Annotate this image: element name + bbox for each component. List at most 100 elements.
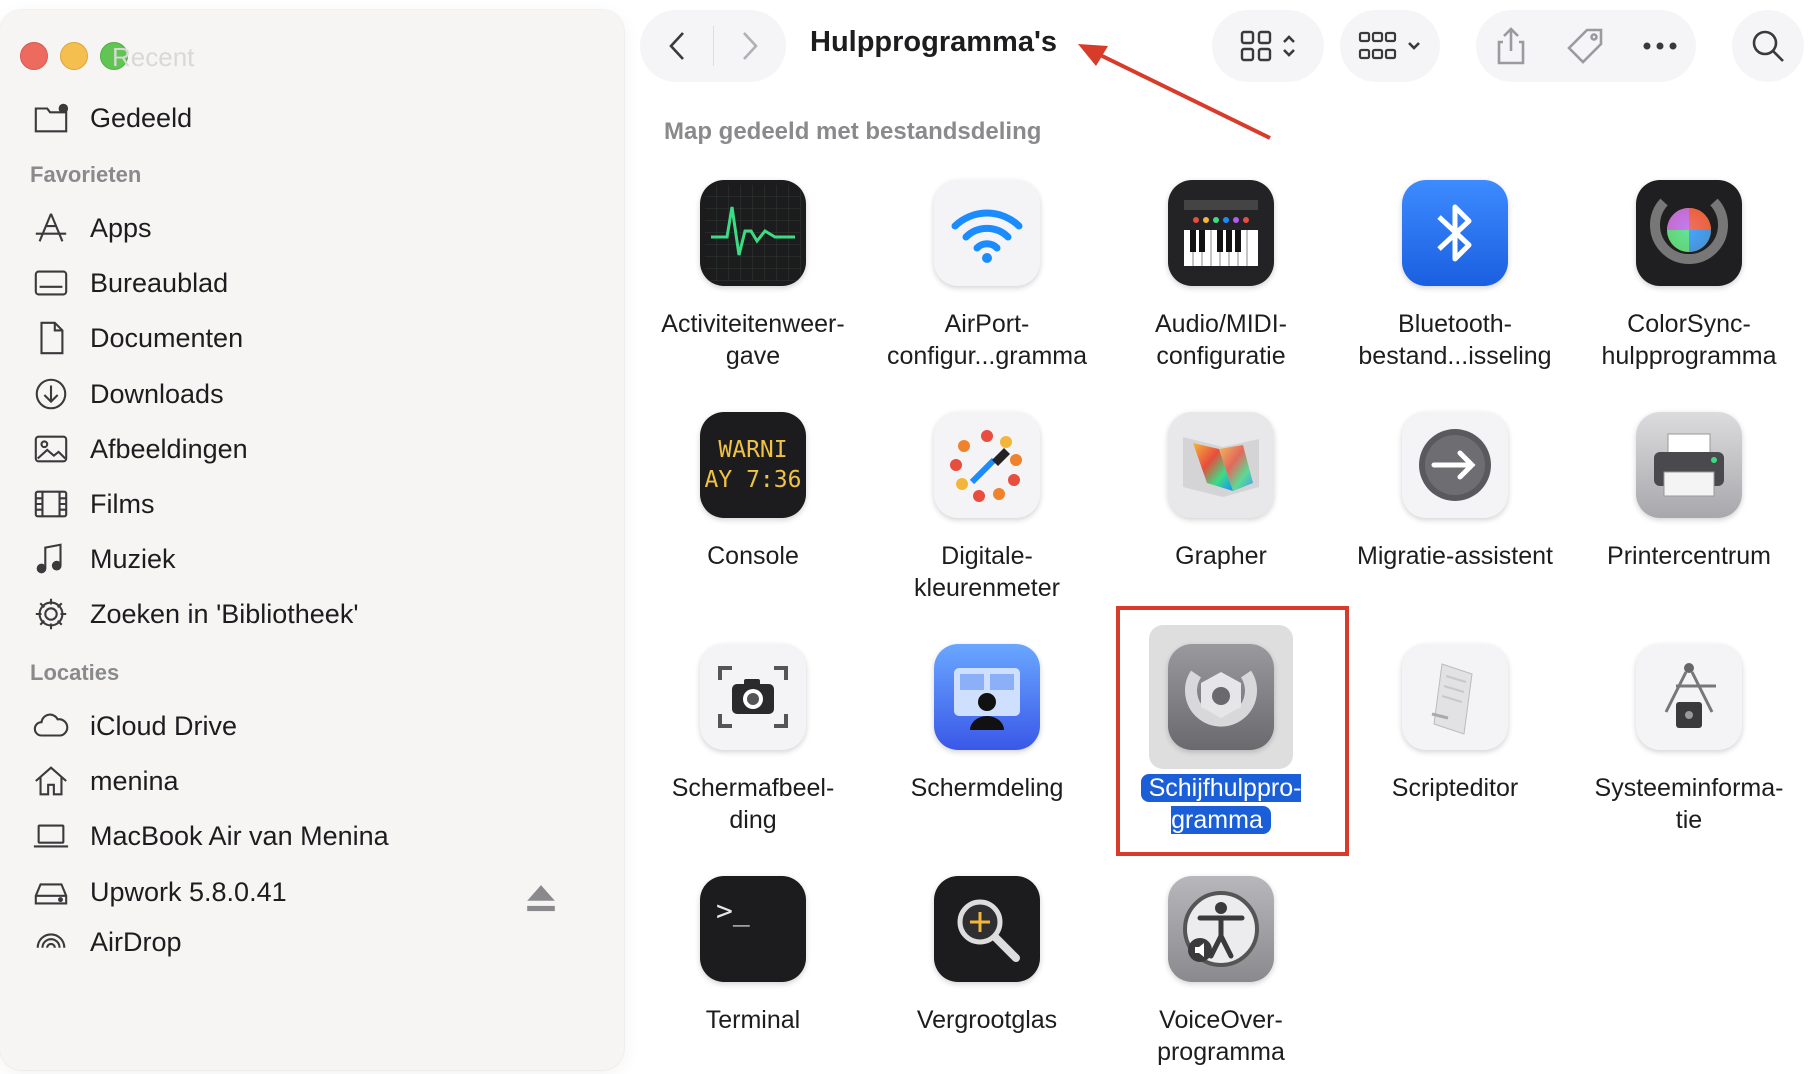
sidebar-item-home[interactable]: menina (30, 757, 590, 805)
terminal-icon: >_ (700, 876, 806, 982)
app-item[interactable]: Activiteitenweer- gave (636, 180, 870, 372)
photo-icon (30, 428, 72, 470)
airdrop-icon (30, 921, 72, 963)
color-meter-icon (934, 412, 1040, 518)
sidebar-item-airdrop[interactable]: AirDrop (30, 918, 590, 966)
share-icon[interactable] (1494, 26, 1528, 66)
document-icon (30, 317, 72, 359)
app-item[interactable]: AirPort- configur...gramma (870, 180, 1104, 372)
sidebar-item-macbook[interactable]: MacBook Air van Menina (30, 812, 590, 860)
app-label: AirPort- configur...gramma (886, 310, 1088, 370)
wifi-icon (934, 180, 1040, 286)
close-button[interactable] (20, 42, 48, 70)
forward-button[interactable] (714, 10, 786, 82)
eject-icon[interactable] (522, 880, 560, 918)
chevron-down-icon (1408, 42, 1420, 50)
app-label: Printercentrum (1607, 542, 1771, 570)
screenshot-icon (700, 644, 806, 750)
app-label: Systeeminforma- tie (1594, 774, 1784, 834)
sidebar-item-library-search[interactable]: Zoeken in 'Bibliotheek' (30, 590, 590, 638)
back-button[interactable] (641, 10, 713, 82)
app-item[interactable]: Digitale- kleurenmeter (870, 412, 1104, 604)
navigation-buttons (640, 10, 786, 82)
app-label: Activiteitenweer- gave (661, 310, 845, 370)
app-item[interactable]: WARNI AY 7:36 Console (636, 412, 870, 572)
sidebar-item-label: Zoeken in 'Bibliotheek' (90, 598, 359, 629)
app-item[interactable]: VoiceOver- programma (1104, 876, 1338, 1068)
app-label: Terminal (705, 1006, 801, 1034)
finder-window: Recent Gedeeld Favorieten Apps Bureaubla… (0, 0, 1812, 1074)
sidebar-item-label: Bureaublad (90, 267, 229, 298)
sidebar-item-films[interactable]: Films (30, 480, 590, 528)
app-label: Grapher (1175, 542, 1267, 570)
app-item[interactable]: Schermdeling (870, 644, 1104, 804)
app-label: Scripteditor (1391, 774, 1519, 802)
sidebar-item-documents[interactable]: Documenten (30, 314, 590, 362)
locations-section-title: Locaties (30, 660, 120, 685)
app-item[interactable]: Grapher (1104, 412, 1338, 572)
film-icon (30, 483, 72, 525)
search-icon (1752, 30, 1784, 62)
grapher-icon (1168, 412, 1274, 518)
laptop-icon (30, 815, 72, 857)
minimize-button[interactable] (60, 42, 88, 70)
sidebar: Recent Gedeeld Favorieten Apps Bureaubla… (0, 10, 624, 1070)
app-label: Migratie-assistent (1357, 542, 1553, 570)
annotation-highlight-box (1116, 606, 1349, 856)
app-label: Audio/MIDI- configuratie (1155, 310, 1287, 370)
sidebar-item-upwork-drive[interactable]: Upwork 5.8.0.41 (30, 868, 590, 916)
sidebar-item-desktop[interactable]: Bureaublad (30, 259, 590, 307)
chevron-right-icon (742, 32, 758, 60)
app-item[interactable]: Scripteditor (1338, 644, 1572, 804)
app-item[interactable]: >_ Terminal (636, 876, 870, 1036)
sidebar-item-pictures[interactable]: Afbeeldingen (30, 425, 590, 473)
annotation-arrow (1078, 44, 1271, 140)
app-item[interactable]: Bluetooth- bestand...isseling (1338, 180, 1572, 372)
sidebar-item-shared[interactable]: Gedeeld (30, 94, 590, 142)
sidebar-item-icloud[interactable]: iCloud Drive (30, 702, 590, 750)
window-title: Hulpprogramma's (810, 26, 1057, 58)
sidebar-item-label: menina (90, 765, 179, 796)
shared-folder-icon (30, 97, 72, 139)
sidebar-item-label: Gedeeld (90, 102, 193, 133)
cloud-icon (30, 705, 72, 747)
app-item[interactable]: Schermafbeel- ding (636, 644, 870, 836)
drive-icon (30, 871, 72, 913)
chevron-updown-icon (1283, 35, 1295, 57)
app-item[interactable]: Systeeminforma- tie (1572, 644, 1806, 836)
voiceover-icon (1168, 876, 1274, 982)
more-icon[interactable] (1642, 41, 1678, 51)
piano-icon (1168, 180, 1274, 286)
download-icon (30, 373, 72, 415)
app-item[interactable]: Printercentrum (1572, 412, 1806, 572)
sidebar-item-apps[interactable]: Apps (30, 204, 590, 252)
chevron-left-icon (668, 32, 684, 60)
search-button[interactable] (1732, 10, 1804, 82)
colorsync-icon (1636, 180, 1742, 286)
bluetooth-icon (1402, 180, 1508, 286)
app-item[interactable]: Migratie-assistent (1338, 412, 1572, 572)
sidebar-item-downloads[interactable]: Downloads (30, 370, 590, 418)
action-buttons (1476, 10, 1696, 82)
apps-icon (30, 207, 72, 249)
sidebar-item-label: Muziek (90, 543, 176, 574)
group-icon (1358, 31, 1397, 60)
printer-icon (1636, 412, 1742, 518)
app-item[interactable]: ColorSync- hulpprogramma (1572, 180, 1806, 372)
sidebar-item-music[interactable]: Muziek (30, 535, 590, 583)
home-icon (30, 760, 72, 802)
migration-icon (1402, 412, 1508, 518)
app-item[interactable]: Vergrootglas (870, 876, 1104, 1036)
group-button[interactable] (1340, 10, 1440, 82)
app-item[interactable]: Audio/MIDI- configuratie (1104, 180, 1338, 372)
sidebar-item-label: Films (90, 488, 155, 519)
tag-icon[interactable] (1565, 26, 1605, 66)
app-label: Digitale- kleurenmeter (914, 542, 1060, 602)
sidebar-item-label: Documenten (90, 322, 244, 353)
desktop-icon (30, 262, 72, 304)
magnifier-icon (934, 876, 1040, 982)
app-label: Console (707, 542, 799, 570)
script-editor-icon (1402, 644, 1508, 750)
app-label: Schermdeling (910, 774, 1064, 802)
app-label: VoiceOver- programma (1157, 1006, 1285, 1066)
